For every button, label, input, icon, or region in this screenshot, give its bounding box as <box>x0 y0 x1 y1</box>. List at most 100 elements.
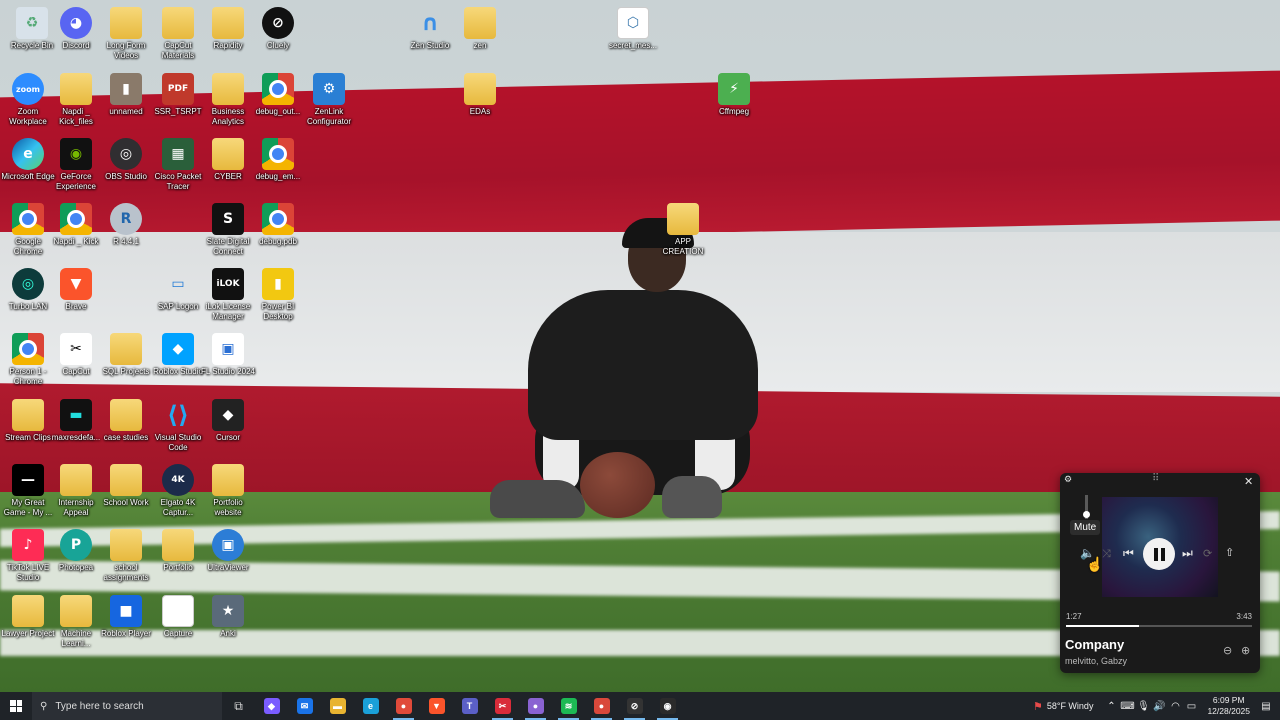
folder-icon <box>110 529 142 561</box>
desktop-icon[interactable]: CYBER <box>200 135 256 182</box>
desktop-icon-label: Business Analytics <box>211 107 245 126</box>
repeat-icon[interactable]: ⟳ <box>1203 547 1212 560</box>
drag-handle-icon[interactable]: ⠿ <box>1152 473 1159 484</box>
keyboard-icon[interactable]: ▭ <box>1183 701 1199 712</box>
desktop-icon[interactable]: P Photopea <box>48 526 104 573</box>
desktop-icon[interactable]: Internship Appeal <box>48 461 104 518</box>
remove-circle-icon[interactable]: ⊖ <box>1223 644 1232 657</box>
desktop-icon[interactable]: Business Analytics <box>200 70 256 127</box>
start-button[interactable] <box>0 692 32 720</box>
speaker-icon[interactable]: 🔊 <box>1151 701 1167 712</box>
media-topbar[interactable]: ⚙ ⠿ ✕ <box>1060 473 1260 493</box>
desktop-icon[interactable]: ◎ OBS Studio <box>98 135 154 182</box>
desktop-icon[interactable]: debug_out... <box>250 70 306 117</box>
desktop-icon[interactable]: ◕ Discord <box>48 4 104 51</box>
taskbar-app-edge[interactable]: e <box>354 692 387 720</box>
desktop-icon-label: SSR_TSRPT <box>154 107 202 116</box>
desktop-icon[interactable]: ⟨⟩ Visual Studio Code <box>150 396 206 453</box>
desktop-icon[interactable]: zen <box>452 4 508 51</box>
microphone-icon[interactable]: 🎙 <box>1135 701 1151 712</box>
desktop-icon[interactable]: Portfolio website <box>200 461 256 518</box>
desktop-icon[interactable]: ▬ maxresdefa... <box>48 396 104 443</box>
desktop-icon[interactable]: ▤ Capture <box>150 592 206 639</box>
desktop-icon[interactable]: 4K Elgato 4K Captur... <box>150 461 206 518</box>
desktop-icon[interactable]: ▦ Cisco Packet Tracer <box>150 135 206 192</box>
share-icon[interactable]: ⇧ <box>1225 546 1234 559</box>
pause-button[interactable] <box>1143 538 1175 570</box>
recycle-icon: ♻ <box>16 7 48 39</box>
desktop-icon[interactable]: ◉ GeForce Experience <box>48 135 104 192</box>
desktop-icon[interactable]: Machine Learni... <box>48 592 104 649</box>
task-view-button[interactable]: ⧉ <box>222 692 255 720</box>
chevron-up-icon[interactable]: ⌃ <box>1103 701 1119 712</box>
notifications-icon[interactable]: ▤ <box>1258 701 1274 712</box>
desktop-icon[interactable]: ★ Anki <box>200 592 256 639</box>
taskbar-app-chrome-profile[interactable]: ● <box>519 692 552 720</box>
taskbar-app-chrome-2[interactable]: ● <box>585 692 618 720</box>
taskbar-app-copilot[interactable]: ◆ <box>255 692 288 720</box>
desktop-icon[interactable]: ▣ FL Studio 2024 <box>200 330 256 377</box>
close-icon[interactable]: ✕ <box>1244 475 1253 488</box>
desktop-icon[interactable]: ⊘ Cluely <box>250 4 306 51</box>
taskbar-app-obs[interactable]: ◉ <box>651 692 684 720</box>
desktop-icon[interactable]: ◆ Cursor <box>200 396 256 443</box>
taskbar-app-spotify[interactable]: ≋ <box>552 692 585 720</box>
weather-widget[interactable]: ⚑ 58°F Windy <box>1033 700 1094 713</box>
desktop-icon[interactable]: ▮ Power BI Desktop <box>250 265 306 322</box>
desktop-icon[interactable]: debug_em... <box>250 135 306 182</box>
system-clock[interactable]: 6:09 PM 12/28/2025 <box>1207 695 1250 717</box>
volume-slider[interactable] <box>1083 495 1090 519</box>
taskbar-app-mail[interactable]: ✉ <box>288 692 321 720</box>
desktop-icon[interactable]: ▭ SAP Logon <box>150 265 206 312</box>
media-player-widget[interactable]: ⚙ ⠿ ✕ Mute 🔈 ⤨ ⏮ ⏭ ⟳ ⇧ 1:27 3:43 Company… <box>1060 473 1260 673</box>
previous-track-icon[interactable]: ⏮ <box>1123 546 1134 561</box>
desktop-icon[interactable]: APP CREATION <box>655 200 711 257</box>
desktop-icon[interactable]: ▮ unnamed <box>98 70 154 117</box>
desktop-icon[interactable]: ◆ Roblox Studio <box>150 330 206 377</box>
network-icon[interactable]: ⌨ <box>1119 701 1135 712</box>
taskbar-app-cluely[interactable]: ⊘ <box>618 692 651 720</box>
desktop-icon[interactable]: ⬡ secret_mes... <box>605 4 661 51</box>
desktop-icon[interactable]: Long Form Videos <box>98 4 154 61</box>
desktop-icon[interactable]: Portfolio <box>150 526 206 573</box>
desktop-icon[interactable]: Napdi _ Kick <box>48 200 104 247</box>
desktop-icon[interactable]: case studies <box>98 396 154 443</box>
desktop-icon[interactable]: Rapidity <box>200 4 256 51</box>
desktop-icon[interactable]: school assignments <box>98 526 154 583</box>
desktop-icon[interactable]: ⚙ ZenLink Configurator <box>301 70 357 127</box>
desktop-icon[interactable]: School Work <box>98 461 154 508</box>
desktop-icon[interactable]: S Slate Digital Connect <box>200 200 256 257</box>
desktop-icon[interactable]: SQL Projects <box>98 330 154 377</box>
desktop-icon[interactable]: ■ Roblox Player <box>98 592 154 639</box>
desktop-icon[interactable]: iLOK iLok License Manager <box>200 265 256 322</box>
image-dark-icon: ▬ <box>60 399 92 431</box>
task-view-icon: ⧉ <box>234 698 243 713</box>
next-track-icon[interactable]: ⏭ <box>1182 546 1193 561</box>
desktop-icon-label: case studies <box>103 433 149 442</box>
desktop-icon[interactable]: Napdi _ Kick_files <box>48 70 104 127</box>
taskbar-app-file-explorer[interactable]: ▬ <box>321 692 354 720</box>
taskbar-app-teams[interactable]: T <box>453 692 486 720</box>
taskbar-app-chrome[interactable]: ● <box>387 692 420 720</box>
add-circle-icon[interactable]: ⊕ <box>1241 644 1250 657</box>
desktop-icon[interactable]: ∩ Zen Studio <box>402 4 458 51</box>
desktop-icon[interactable]: R R 4.4.1 <box>98 200 154 247</box>
desktop-icon-label: Cffmpeg <box>718 107 750 116</box>
desktop-icon[interactable]: CapCut Materials <box>150 4 206 61</box>
taskbar-app-brave[interactable]: ▼ <box>420 692 453 720</box>
folder-icon <box>464 7 496 39</box>
desktop-icon[interactable]: PDF SSR_TSRPT <box>150 70 206 117</box>
progress-bar[interactable] <box>1066 625 1252 627</box>
desktop-icon[interactable]: ▼ Brave <box>48 265 104 312</box>
taskbar-search-box[interactable]: ⚲ Type here to search <box>32 692 222 720</box>
wifi-icon[interactable]: ◠ <box>1167 701 1183 712</box>
desktop-icon[interactable]: ▣ UltraViewer <box>200 526 256 573</box>
settings-icon[interactable]: ⚙ <box>1064 475 1072 485</box>
desktop-icon[interactable]: EDAs <box>452 70 508 117</box>
flstudio-icon: ▣ <box>212 333 244 365</box>
taskbar-app-capcut[interactable]: ✂ <box>486 692 519 720</box>
desktop-icon[interactable]: ⚡ Cffmpeg <box>706 70 762 117</box>
desktop-icon[interactable]: debug.pdb <box>250 200 306 247</box>
desktop-icon-label: Long Form Videos <box>106 41 146 60</box>
desktop-icon[interactable]: ✂ CapCut <box>48 330 104 377</box>
